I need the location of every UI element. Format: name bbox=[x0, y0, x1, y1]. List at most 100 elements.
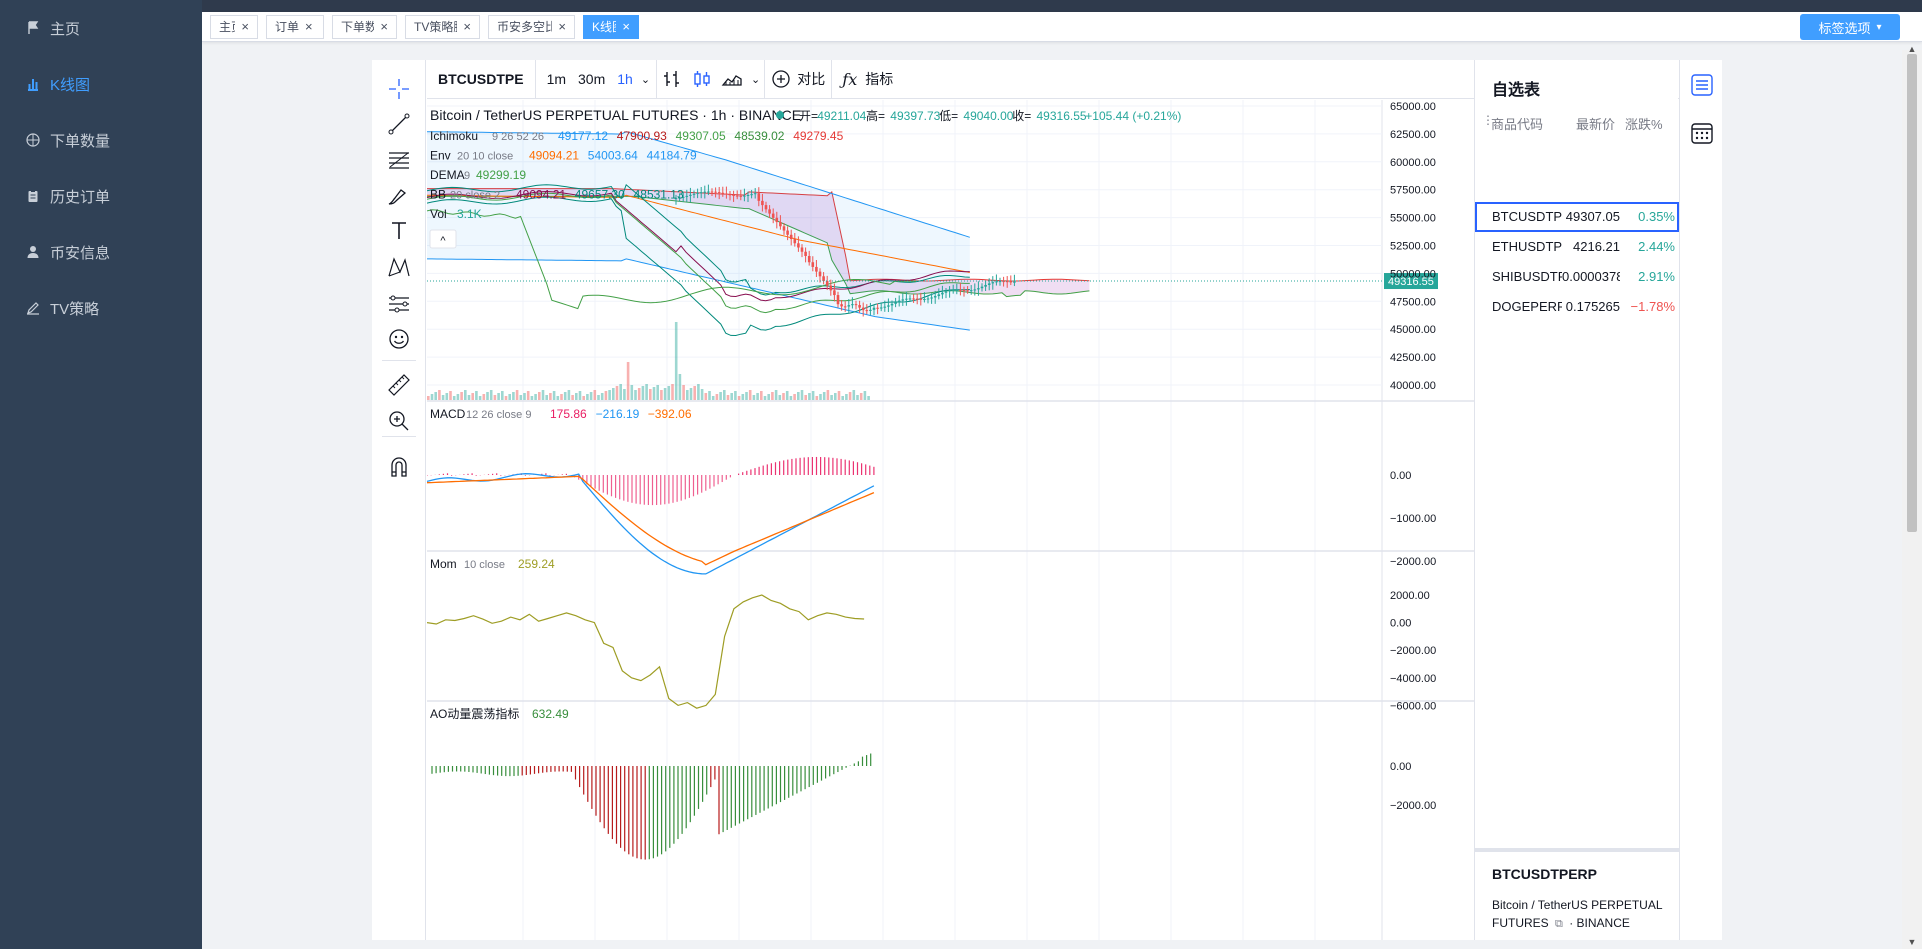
candle-body bbox=[973, 289, 977, 291]
volume-bar bbox=[708, 391, 711, 400]
header-symbol[interactable]: 商品代码 bbox=[1491, 114, 1543, 133]
candle-body bbox=[959, 289, 962, 291]
volume-bar bbox=[856, 395, 859, 400]
emoji-icon[interactable] bbox=[383, 324, 415, 354]
close-icon[interactable]: × bbox=[305, 16, 313, 38]
page-scrollbar[interactable]: ▲ ▼ bbox=[1902, 44, 1922, 949]
volume-bar bbox=[689, 388, 693, 400]
volume-bar bbox=[771, 392, 774, 400]
area-style-icon[interactable] bbox=[721, 68, 743, 90]
candle-body bbox=[865, 310, 869, 312]
text-icon[interactable] bbox=[383, 216, 415, 246]
candles-style-icon[interactable] bbox=[691, 68, 713, 90]
volume-bar bbox=[608, 390, 611, 400]
sidebar-item-label: 币安信息 bbox=[50, 244, 111, 262]
fib-retracement-icon[interactable] bbox=[383, 145, 415, 175]
symbol-detail: BTCUSDTPERP Bitcoin / TetherUS PERPETUAL… bbox=[1475, 848, 1679, 940]
sidebar-item-3[interactable]: 历史订单 bbox=[0, 168, 202, 224]
tab-5[interactable]: K线图 × bbox=[583, 15, 639, 39]
volume-bar bbox=[804, 395, 807, 400]
volume-bar bbox=[519, 395, 523, 400]
candle-body bbox=[962, 290, 966, 292]
volume-bar bbox=[723, 390, 726, 400]
legend-ohlc: 49397.73 bbox=[890, 109, 940, 123]
symbol-search-button[interactable]: BTCUSDTPE bbox=[427, 59, 536, 99]
watchlist-row[interactable]: ETHUSDTPERP 4216.21 2.44% bbox=[1475, 232, 1679, 262]
trend-line-icon[interactable] bbox=[383, 109, 415, 139]
tab-1[interactable]: 订单 × bbox=[266, 15, 324, 39]
candle-body bbox=[948, 290, 951, 292]
indicators-button[interactable]: ƒx 指标 bbox=[832, 60, 899, 99]
calendar-icon[interactable] bbox=[1687, 118, 1717, 148]
watchlist-row[interactable]: DOGEPERP 0.175265 −1.78% bbox=[1475, 292, 1679, 322]
tradingview-chart: BTCUSDTPE 1m 30m 1h ⌄ ⌄ 对比 ƒx 指标 49316.55 6… bbox=[372, 59, 1722, 940]
chart-style-dropdown-button[interactable]: ⌄ bbox=[747, 60, 764, 99]
candle-body bbox=[887, 305, 890, 307]
candle-body bbox=[818, 271, 822, 277]
scroll-up-icon[interactable]: ▲ bbox=[1907, 44, 1917, 54]
interval-dropdown-button[interactable]: ⌄ bbox=[639, 60, 656, 99]
candle-body bbox=[822, 276, 825, 281]
close-icon[interactable]: × bbox=[241, 16, 249, 38]
watchlist-row[interactable]: SHIBUSDTPERP 0.0000378 2.91% bbox=[1475, 262, 1679, 292]
forecast-icon[interactable] bbox=[383, 288, 415, 318]
watchlist-row[interactable]: BTCUSDTPERP 49307.05 0.35% bbox=[1475, 202, 1679, 232]
header-change[interactable]: 涨跌% bbox=[1625, 114, 1663, 133]
candle-body bbox=[883, 306, 887, 308]
candle-body bbox=[894, 302, 897, 304]
detail-description: Bitcoin / TetherUS PERPETUAL FUTURES ⧉ ·… bbox=[1492, 896, 1672, 933]
watchlist-icon[interactable] bbox=[1687, 70, 1717, 100]
candle-body bbox=[768, 209, 771, 214]
candle-body bbox=[933, 296, 937, 298]
sidebar-item-0[interactable]: 主页 bbox=[0, 0, 202, 56]
interval-0[interactable]: 1m bbox=[541, 60, 572, 99]
sidebar-item-1[interactable]: K线图 bbox=[0, 56, 202, 112]
target-icon bbox=[26, 133, 40, 147]
row-change: −1.78% bbox=[1630, 299, 1675, 314]
candle-body bbox=[912, 298, 915, 300]
external-link-icon[interactable]: ⧉ bbox=[1555, 918, 1563, 930]
bar-style-icon[interactable] bbox=[661, 68, 683, 90]
close-icon[interactable]: × bbox=[463, 16, 471, 38]
tab-3[interactable]: TV策略脚本 × bbox=[405, 15, 480, 39]
compare-button[interactable]: 对比 bbox=[765, 60, 831, 99]
tab-4[interactable]: 币安多空比... × bbox=[488, 15, 575, 39]
tab-2[interactable]: 下单数量 × bbox=[332, 15, 397, 39]
sidebar-item-4[interactable]: 币安信息 bbox=[0, 224, 202, 280]
interval-1[interactable]: 30m bbox=[572, 60, 611, 99]
magnet-icon[interactable] bbox=[383, 452, 415, 482]
price-tick: 42500.00 bbox=[1390, 352, 1436, 364]
row-symbol: DOGEPERP bbox=[1492, 299, 1562, 314]
brush-icon[interactable] bbox=[383, 181, 415, 211]
sidebar-item-2[interactable]: 下单数量 bbox=[0, 112, 202, 168]
volume-bar bbox=[800, 390, 804, 400]
zoom-in-icon[interactable] bbox=[383, 406, 415, 436]
volume-bars bbox=[427, 322, 870, 400]
scroll-down-icon[interactable]: ▼ bbox=[1907, 937, 1917, 947]
candle-body bbox=[926, 298, 930, 300]
close-icon[interactable]: × bbox=[622, 16, 630, 38]
candle-body bbox=[840, 304, 843, 307]
candle-body bbox=[789, 234, 793, 240]
close-icon[interactable]: × bbox=[380, 16, 388, 38]
close-icon[interactable]: × bbox=[558, 16, 566, 38]
candle-body bbox=[955, 289, 959, 291]
ruler-icon[interactable] bbox=[383, 370, 415, 400]
volume-bar bbox=[649, 389, 652, 400]
row-symbol: BTCUSDTPERP bbox=[1492, 209, 1562, 224]
tabs-options-button[interactable]: 标签选项 ▾ bbox=[1800, 14, 1900, 40]
volume-bar bbox=[863, 391, 867, 400]
sidebar-item-5[interactable]: TV策略 bbox=[0, 280, 202, 336]
indicator-value: 49307.05 bbox=[676, 129, 726, 143]
header-price[interactable]: 最新价 bbox=[1576, 114, 1615, 133]
watchlist-header: ⋮ 商品代码 最新价 涨跌% bbox=[1475, 110, 1679, 134]
scroll-thumb[interactable] bbox=[1907, 54, 1917, 532]
xabcd-pattern-icon[interactable] bbox=[383, 252, 415, 282]
crosshair-icon[interactable] bbox=[383, 74, 415, 104]
interval-2[interactable]: 1h bbox=[611, 60, 639, 99]
sidebar-item-label: 历史订单 bbox=[50, 188, 111, 206]
tab-label: 下单数量 bbox=[341, 20, 374, 34]
chart-canvas[interactable]: 49316.55 65000.00 62500.00 60000.00 57500.00… bbox=[427, 100, 1474, 940]
candle-body bbox=[710, 191, 714, 193]
tab-0[interactable]: 主页 × bbox=[210, 15, 258, 39]
